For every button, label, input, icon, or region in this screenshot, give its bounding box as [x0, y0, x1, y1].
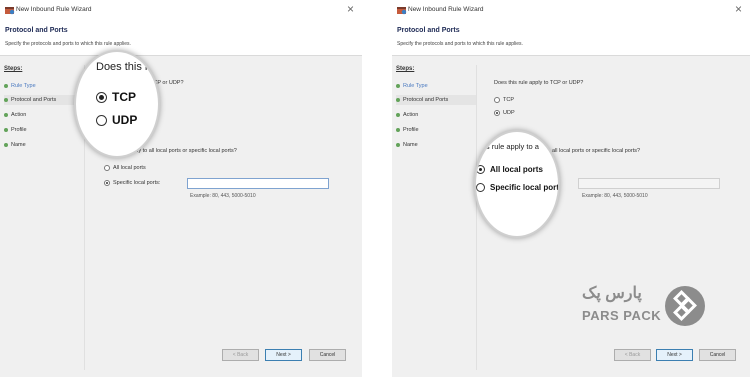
cancel-button[interactable]: Cancel: [699, 349, 736, 361]
step-action[interactable]: Action: [4, 110, 84, 120]
radio-icon: [476, 183, 485, 192]
radio-icon: [494, 97, 500, 103]
tcp-radio[interactable]: TCP: [96, 90, 136, 104]
step-dot-icon: [4, 128, 8, 132]
wizard-window-left: New Inbound Rule Wizard × Protocol and P…: [0, 0, 362, 377]
radio-selected-icon: [96, 91, 107, 103]
page-title: Protocol and Ports: [397, 27, 460, 34]
brand-name-en: PARS PACK: [582, 308, 662, 323]
step-dot-icon: [4, 143, 8, 147]
brand-watermark: پارس پک PARS PACK: [582, 283, 706, 329]
page-title: Protocol and Ports: [5, 27, 68, 34]
ports-example: Example: 80, 443, 5000-5010: [582, 193, 648, 199]
wizard-body: Steps: Rule Type Protocol and Ports Acti…: [0, 57, 362, 377]
firewall-app-icon: [5, 7, 15, 15]
all-local-ports-radio[interactable]: All local ports: [476, 165, 543, 174]
close-icon[interactable]: ×: [347, 3, 354, 15]
page-subtitle: Specify the protocols and ports to which…: [5, 41, 131, 47]
step-dot-icon: [4, 113, 8, 117]
specific-local-ports-radio[interactable]: Specific local ports:: [104, 180, 160, 186]
magnifier-protocol: Does this ru TCP UDP: [74, 50, 160, 158]
step-dot-icon: [396, 128, 400, 132]
wizard-header: Protocol and Ports Specify the protocols…: [392, 22, 750, 56]
radio-icon: [96, 114, 107, 126]
step-rule-type[interactable]: Rule Type: [396, 81, 476, 91]
steps-label: Steps:: [396, 66, 415, 72]
wizard-header: Protocol and Ports Specify the protocols…: [0, 22, 362, 56]
specific-ports-input[interactable]: [578, 178, 720, 189]
ports-question: pply to all local ports or specific loca…: [131, 148, 237, 154]
page-subtitle: Specify the protocols and ports to which…: [397, 41, 523, 47]
step-dot-icon: [4, 98, 8, 102]
protocol-question: Does this rule apply to TCP or UDP?: [494, 80, 584, 86]
specific-ports-input[interactable]: [187, 178, 329, 189]
window-title: New Inbound Rule Wizard: [16, 6, 92, 13]
step-dot-icon: [4, 84, 8, 88]
step-protocol-and-ports[interactable]: Protocol and Ports: [4, 95, 84, 105]
back-button[interactable]: < Back: [222, 349, 259, 361]
next-button[interactable]: Next >: [656, 349, 693, 361]
magnified-question: this rule apply to a: [478, 142, 539, 151]
wizard-body: Steps: Rule Type Protocol and Ports Acti…: [392, 57, 750, 377]
steps-label: Steps:: [4, 66, 23, 72]
radio-selected-icon: [494, 110, 500, 116]
specific-local-ports-radio[interactable]: Specific local ports: [476, 183, 558, 192]
next-button[interactable]: Next >: [265, 349, 302, 361]
step-dot-icon: [396, 113, 400, 117]
back-button[interactable]: < Back: [614, 349, 651, 361]
udp-radio[interactable]: UDP: [96, 113, 137, 127]
ports-example: Example: 80, 443, 5000-5010: [190, 193, 256, 199]
radio-icon: [104, 165, 110, 171]
ports-question: all local ports or specific local ports?: [552, 148, 641, 154]
radio-selected-icon: [476, 165, 485, 174]
tcp-radio[interactable]: TCP: [494, 97, 514, 103]
magnifier-ports: this rule apply to a All local ports Spe…: [474, 130, 560, 238]
step-protocol-and-ports[interactable]: Protocol and Ports: [396, 95, 476, 105]
step-action[interactable]: Action: [396, 110, 476, 120]
diamond-logo-icon: [665, 286, 705, 326]
step-dot-icon: [396, 143, 400, 147]
udp-radio[interactable]: UDP: [494, 110, 515, 116]
close-icon[interactable]: ×: [735, 3, 742, 15]
step-rule-type[interactable]: Rule Type: [4, 81, 84, 91]
radio-selected-icon: [104, 180, 110, 186]
firewall-app-icon: [397, 7, 407, 15]
title-bar: New Inbound Rule Wizard ×: [392, 0, 750, 22]
step-profile[interactable]: Profile: [396, 125, 476, 135]
step-name[interactable]: Name: [396, 140, 476, 150]
title-bar: New Inbound Rule Wizard ×: [0, 0, 362, 22]
brand-name-fa: پارس پک: [582, 285, 642, 302]
step-profile[interactable]: Profile: [4, 125, 84, 135]
magnified-question: Does this ru: [96, 61, 155, 73]
step-dot-icon: [396, 84, 400, 88]
all-local-ports-radio[interactable]: All local ports: [104, 165, 146, 171]
cancel-button[interactable]: Cancel: [309, 349, 346, 361]
step-name[interactable]: Name: [4, 140, 84, 150]
step-dot-icon: [396, 98, 400, 102]
window-title: New Inbound Rule Wizard: [408, 6, 484, 13]
divider: [476, 65, 477, 370]
